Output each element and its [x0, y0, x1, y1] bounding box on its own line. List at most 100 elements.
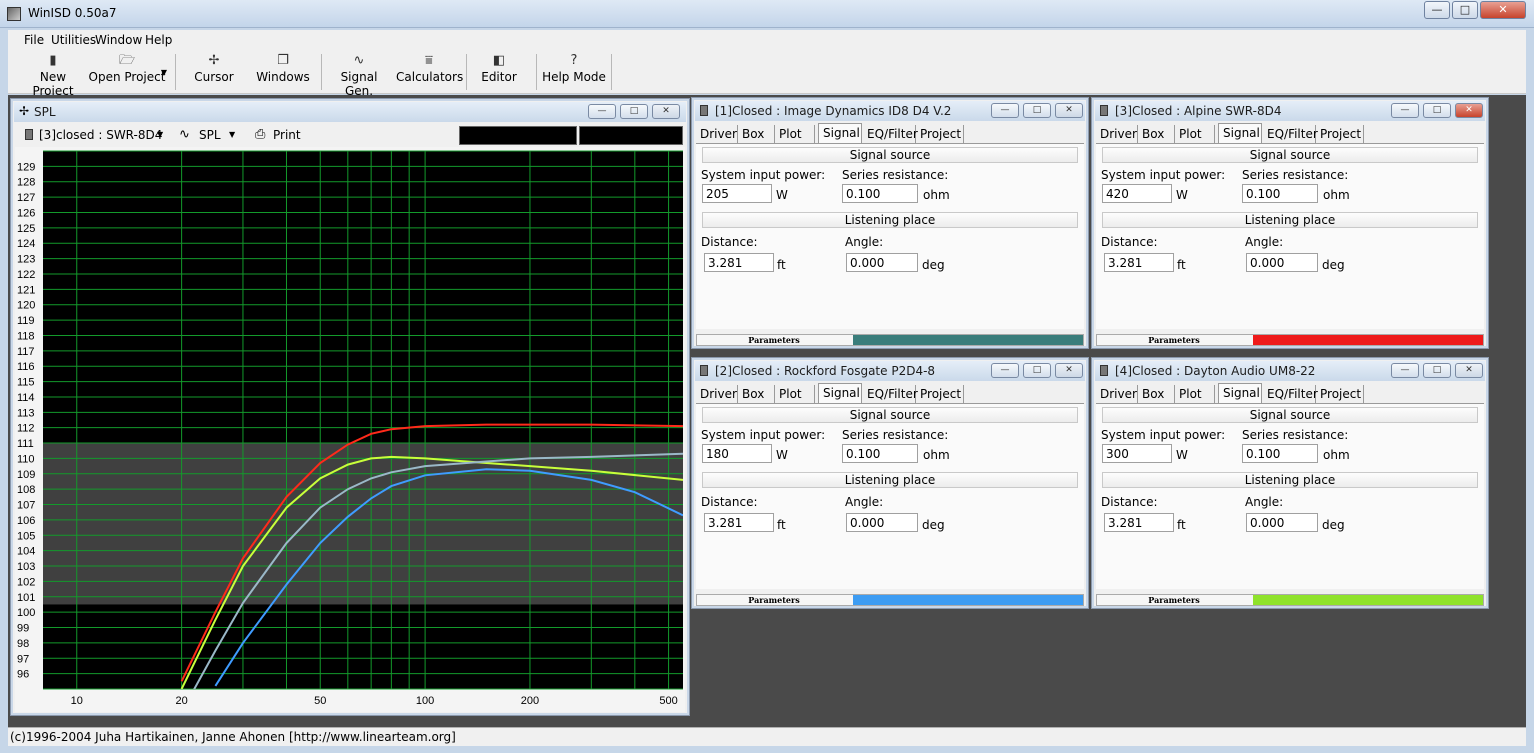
parameters-bar[interactable]: Parameters [1096, 334, 1484, 346]
chevron-down-icon[interactable]: ▼ [157, 130, 163, 139]
series-resistance-field[interactable]: 0.100 [1242, 444, 1318, 463]
spl-chart-area[interactable]: 96 97 98 99 100 101 102 103 104 105 106 107 108 109 11… [15, 147, 685, 712]
plot-selector[interactable]: SPL [199, 128, 221, 142]
tab-project[interactable]: Project [1316, 385, 1364, 403]
distance-field[interactable]: 3.281 [1104, 513, 1174, 532]
system-input-power-field[interactable]: 420 [1102, 184, 1172, 203]
angle-field[interactable]: 0.000 [1246, 253, 1318, 272]
project-window-titlebar[interactable]: [3]Closed : Alpine SWR-8D4 — □ ✕ [1095, 101, 1485, 121]
project-maximize-button[interactable]: □ [1423, 103, 1451, 118]
new-project-button[interactable]: ▮ New Project [18, 52, 88, 98]
project-selector[interactable]: [3]closed : SWR-8D4 [39, 128, 162, 142]
tab-project[interactable]: Project [916, 385, 964, 403]
tab-driver[interactable]: Driver [696, 125, 738, 143]
spl-window-titlebar[interactable]: ✢ SPL — □ ✕ [14, 102, 686, 122]
angle-field[interactable]: 0.000 [846, 253, 918, 272]
series-resistance-field[interactable]: 0.100 [1242, 184, 1318, 203]
angle-field[interactable]: 0.000 [846, 513, 918, 532]
status-bar: (c)1996-2004 Juha Hartikainen, Janne Aho… [8, 727, 1526, 746]
menu-window[interactable]: Window [95, 33, 142, 47]
series-resistance-label: Series resistance: [1242, 168, 1349, 182]
project-maximize-button[interactable]: □ [1023, 363, 1051, 378]
tab-driver[interactable]: Driver [1096, 125, 1138, 143]
editor-button[interactable]: ◧ Editor [470, 52, 528, 92]
distance-label: Distance: [1101, 495, 1158, 509]
chevron-down-icon[interactable]: ▼ [229, 130, 235, 139]
menu-file[interactable]: File [24, 33, 44, 47]
project-close-button[interactable]: ✕ [1055, 103, 1083, 118]
menu-utilities[interactable]: Utilities [51, 33, 96, 47]
y-tick-label: 118 [17, 330, 35, 342]
parameters-bar[interactable]: Parameters [696, 594, 1084, 606]
tab-box[interactable]: Box [738, 385, 775, 403]
system-input-power-label: System input power: [1101, 168, 1226, 182]
tab-project[interactable]: Project [916, 125, 964, 143]
maximize-button[interactable]: □ [1452, 1, 1478, 19]
spl-chart[interactable]: 96 97 98 99 100 101 102 103 104 105 106 107 108 109 11… [15, 147, 685, 712]
cursor-button[interactable]: ✢ Cursor [188, 52, 240, 92]
tab-box[interactable]: Box [738, 125, 775, 143]
tab-plot[interactable]: Plot [1175, 125, 1215, 143]
x-tick-label: 50 [314, 695, 326, 707]
tab-plot[interactable]: Plot [775, 385, 815, 403]
y-tick-label: 112 [17, 423, 35, 435]
tab-eq-filter[interactable]: EQ/Filter [863, 125, 918, 143]
series-resistance-field[interactable]: 0.100 [842, 444, 918, 463]
project-minimize-button[interactable]: — [991, 103, 1019, 118]
tab-box[interactable]: Box [1138, 125, 1175, 143]
distance-field[interactable]: 3.281 [704, 253, 774, 272]
tab-driver[interactable]: Driver [1096, 385, 1138, 403]
windows-button[interactable]: ❐ Windows [254, 52, 312, 92]
system-input-power-field[interactable]: 205 [702, 184, 772, 203]
spl-minimize-button[interactable]: — [588, 104, 616, 119]
tab-project[interactable]: Project [1316, 125, 1364, 143]
project-minimize-button[interactable]: — [1391, 103, 1419, 118]
open-project-button[interactable]: 🗁 Open Project [88, 52, 166, 92]
y-tick-label: 111 [17, 438, 34, 450]
project-close-button[interactable]: ✕ [1455, 103, 1483, 118]
tab-signal[interactable]: Signal [818, 123, 862, 143]
tab-plot[interactable]: Plot [1175, 385, 1215, 403]
tab-signal[interactable]: Signal [1218, 383, 1262, 403]
system-input-power-field[interactable]: 300 [1102, 444, 1172, 463]
close-button[interactable]: ✕ [1480, 1, 1526, 19]
parameters-bar[interactable]: Parameters [1096, 594, 1484, 606]
project-close-button[interactable]: ✕ [1055, 363, 1083, 378]
project-close-button[interactable]: ✕ [1455, 363, 1483, 378]
parameters-label: Parameters [1148, 595, 1200, 605]
spl-close-button[interactable]: ✕ [652, 104, 680, 119]
menu-help[interactable]: Help [145, 33, 172, 47]
tab-eq-filter[interactable]: EQ/Filter [1263, 125, 1318, 143]
spl-maximize-button[interactable]: □ [620, 104, 648, 119]
distance-field[interactable]: 3.281 [1104, 253, 1174, 272]
project-maximize-button[interactable]: □ [1023, 103, 1051, 118]
print-button[interactable]: Print [273, 128, 301, 142]
tab-eq-filter[interactable]: EQ/Filter [863, 385, 918, 403]
angle-field[interactable]: 0.000 [1246, 513, 1318, 532]
distance-field[interactable]: 3.281 [704, 513, 774, 532]
tab-eq-filter[interactable]: EQ/Filter [1263, 385, 1318, 403]
tab-box[interactable]: Box [1138, 385, 1175, 403]
parameters-bar[interactable]: Parameters [696, 334, 1084, 346]
tab-signal[interactable]: Signal [1218, 123, 1262, 143]
system-input-power-field[interactable]: 180 [702, 444, 772, 463]
help-mode-button[interactable]: ? Help Mode [542, 52, 606, 92]
editor-icon: ◧ [492, 53, 506, 68]
project-minimize-button[interactable]: — [1391, 363, 1419, 378]
project-window-titlebar[interactable]: [1]Closed : Image Dynamics ID8 D4 V.2 — □ ✕ [695, 101, 1085, 121]
tab-signal[interactable]: Signal [818, 383, 862, 403]
signal-gen-button[interactable]: ∿ Signal Gen. [326, 52, 392, 98]
y-tick-label: 110 [17, 453, 35, 465]
series-resistance-field[interactable]: 0.100 [842, 184, 918, 203]
tab-driver[interactable]: Driver [696, 385, 738, 403]
signal-tab-panel: Signal source System input power: Series r… [696, 143, 1084, 329]
calculators-button[interactable]: ⩸ Calculators [396, 52, 463, 92]
project-color-swatch [853, 595, 1083, 605]
project-maximize-button[interactable]: □ [1423, 363, 1451, 378]
project-window-titlebar[interactable]: [2]Closed : Rockford Fosgate P2D4-8 — □ ✕ [695, 361, 1085, 381]
minimize-button[interactable]: — [1424, 1, 1450, 19]
project-window-titlebar[interactable]: [4]Closed : Dayton Audio UM8-22 — □ ✕ [1095, 361, 1485, 381]
y-tick-label: 124 [17, 238, 35, 250]
tab-plot[interactable]: Plot [775, 125, 815, 143]
project-minimize-button[interactable]: — [991, 363, 1019, 378]
